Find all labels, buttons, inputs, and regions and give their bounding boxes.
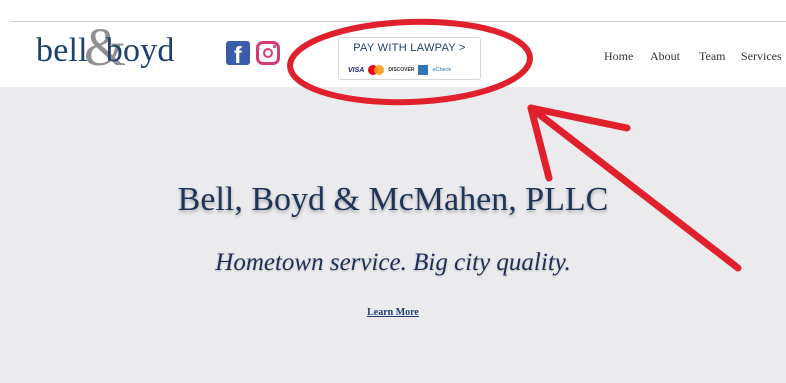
visa-logo: VISA [348,66,365,74]
facebook-icon[interactable]: f [226,41,250,68]
hero-title: Bell, Boyd & McMahen, PLLC [177,181,609,218]
lawpay-button[interactable]: PAY WITH LAWPAY > VISA DISCOVER eCheck [338,37,481,80]
lawpay-label: PAY WITH LAWPAY > [353,42,466,54]
site-header: & bell boyd f PAY WITH LAWPAY > VISA DISC… [0,0,786,87]
hero-subtitle: Hometown service. Big city quality. [215,249,571,276]
amex-icon [418,65,429,75]
instagram-icon[interactable] [256,41,280,65]
learn-more-link[interactable]: Learn More [0,307,786,318]
logo-wordmark: bell boyd [36,34,175,68]
accepted-cards: VISA DISCOVER eCheck [348,65,451,75]
nav-about[interactable]: About [650,49,680,64]
logo-word-boyd: boyd [105,32,175,69]
logo-word-bell: bell [36,32,88,69]
instagram-flash-dot [273,45,276,48]
mastercard-icon [368,65,385,75]
facebook-glyph: f [234,42,242,68]
nav-team[interactable]: Team [699,49,725,64]
instagram-lens [263,48,273,58]
hero-section: Bell, Boyd & McMahen, PLLC Hometown serv… [0,87,786,383]
echeck-logo: eCheck [432,67,452,73]
nav-home[interactable]: Home [604,49,633,64]
site-logo[interactable]: & bell boyd [36,20,186,78]
mastercard-orange-circle [374,65,385,75]
nav-services[interactable]: Services [741,49,782,64]
discover-logo: DISCOVER [388,67,415,73]
